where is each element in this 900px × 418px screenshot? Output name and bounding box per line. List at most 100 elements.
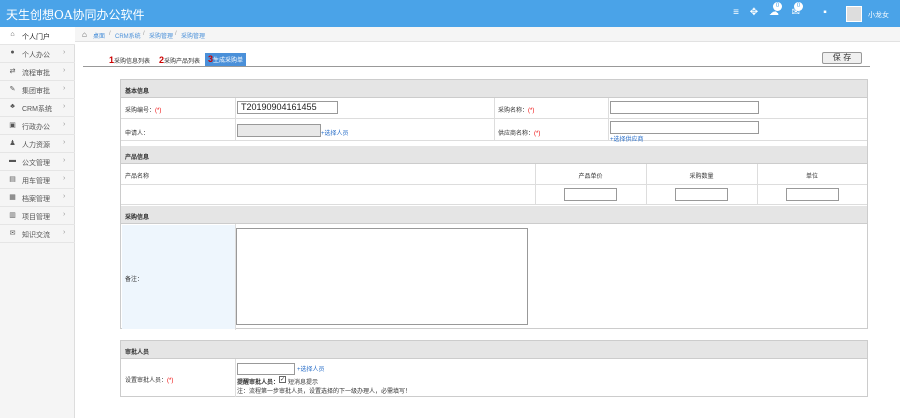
select-supplier-link[interactable]: +选择供应商 xyxy=(610,134,644,143)
remark-label: 备注： xyxy=(125,277,144,283)
avatar[interactable] xyxy=(846,6,862,22)
step-label: 采购产品列表 xyxy=(164,59,201,65)
purchase-name-label: 采购名称：(*) xyxy=(498,108,535,114)
step-label: 生成采购单 xyxy=(213,58,244,64)
applicant-input[interactable] xyxy=(237,124,321,137)
sidebar-item-label: 人力资源 xyxy=(22,142,50,149)
sidebar-item-crm[interactable]: ♣ CRM系统 › xyxy=(0,99,75,117)
breadcrumb-purchase[interactable]: 采购管理 xyxy=(149,31,173,40)
remark-textarea[interactable] xyxy=(236,228,528,325)
app-title: 天生创想OA协同办公软件 xyxy=(6,8,145,22)
home-icon: ⌂ xyxy=(10,31,15,38)
approve-icon: ✎ xyxy=(9,86,16,93)
chevron-right-icon: › xyxy=(63,175,66,182)
breadcrumb-desktop[interactable]: 桌面 xyxy=(93,31,105,40)
supplier-input[interactable] xyxy=(610,121,759,134)
project-icon: ▥ xyxy=(9,212,16,219)
chevron-right-icon: › xyxy=(63,211,66,218)
quantity-input[interactable] xyxy=(675,188,728,201)
breadcrumb: ⌂ 桌面 / CRM系统 / 采购管理 / 采购管理 xyxy=(75,27,900,42)
sidebar-item-flow-approval[interactable]: ⇄ 流程审批 › xyxy=(0,63,75,81)
chevron-right-icon: › xyxy=(63,157,66,164)
group-icon: ♣ xyxy=(10,103,15,110)
applicant-label: 申请人： xyxy=(125,131,150,137)
chevron-right-icon: › xyxy=(63,139,66,146)
select-applicant-link[interactable]: +选择人员 xyxy=(321,128,349,137)
chevron-right-icon: › xyxy=(63,103,66,110)
column-unit: 单位 xyxy=(805,174,818,180)
section-product-info: 产品信息 xyxy=(121,146,867,164)
chevron-right-icon: › xyxy=(63,121,66,128)
chevron-right-icon: › xyxy=(63,193,66,200)
supplier-label: 供应商名称：(*) xyxy=(498,131,541,137)
purchase-no-label: 采购编号：(*) xyxy=(125,108,162,114)
breadcrumb-crm[interactable]: CRM系统 xyxy=(115,31,141,40)
flow-icon: ⇄ xyxy=(9,68,16,75)
user-name[interactable]: 小龙女 xyxy=(868,10,889,20)
sidebar-item-projects[interactable]: ▥ 项目管理 › xyxy=(0,207,75,225)
chat-count-badge: 0 xyxy=(773,2,782,11)
approver-input[interactable] xyxy=(237,363,295,375)
car-icon: ▤ xyxy=(9,176,16,183)
sms-checkbox[interactable]: ✓ xyxy=(279,376,286,383)
approver-note: 注：流程第一步审批人员，设置选择的下一级办理人，必需填写！ xyxy=(237,389,412,395)
step-label: 采购信息列表 xyxy=(114,59,151,65)
unit-input[interactable] xyxy=(786,188,839,201)
sidebar-item-label: 知识交流 xyxy=(22,232,50,239)
sidebar-item-label: 流程审批 xyxy=(22,70,50,77)
section-title: 采购信息 xyxy=(125,215,150,221)
save-button[interactable]: 保 存 xyxy=(822,52,862,64)
sidebar-item-admin-office[interactable]: ▣ 行政办公 › xyxy=(0,117,75,135)
message-icon[interactable]: ▪ xyxy=(818,7,832,19)
set-approver-label: 设置审批人员：(*) xyxy=(125,378,174,384)
section-title: 基本信息 xyxy=(125,89,150,95)
unit-price-input[interactable] xyxy=(564,188,617,201)
user-icon: ● xyxy=(10,49,15,56)
mail-count-badge: 0 xyxy=(794,2,803,11)
column-quantity: 采购数量 xyxy=(689,174,714,180)
chevron-right-icon: › xyxy=(63,67,66,74)
breadcrumb-separator: / xyxy=(109,31,111,37)
sidebar-item-label: 档案管理 xyxy=(22,196,50,203)
sidebar-item-label: 个人办公 xyxy=(22,52,50,59)
sidebar-item-knowledge[interactable]: ✉ 知识交流 › xyxy=(0,225,75,243)
column-product-name: 产品名称 xyxy=(125,174,150,180)
chevron-right-icon: › xyxy=(63,49,66,56)
breadcrumb-separator: / xyxy=(175,31,177,37)
archive-icon: ▦ xyxy=(9,194,16,201)
sidebar-item-label: 公文管理 xyxy=(22,160,50,167)
approver-form: 审批人员 设置审批人员：(*) +选择人员 提醒审批人员： ✓ 短消息提示 注：… xyxy=(120,340,868,397)
chevron-right-icon: › xyxy=(63,85,66,92)
select-approver-link[interactable]: +选择人员 xyxy=(297,364,325,373)
sidebar-item-portal[interactable]: ⌂ 个人门户 xyxy=(0,27,75,45)
sidebar-item-vehicles[interactable]: ▤ 用车管理 › xyxy=(0,171,75,189)
purchase-name-input[interactable] xyxy=(610,101,759,114)
sidebar-item-personal-office[interactable]: ● 个人办公 › xyxy=(0,45,75,63)
step-generate-order[interactable]: 3生成采购单 xyxy=(205,53,247,67)
sms-label: 短消息提示 xyxy=(288,380,319,386)
purchase-no-input[interactable]: T20190904161455 xyxy=(237,101,338,114)
sidebar-item-label: CRM系统 xyxy=(22,106,52,113)
breadcrumb-separator: / xyxy=(143,31,145,37)
section-title: 审批人员 xyxy=(125,350,150,356)
home-icon[interactable]: ⌂ xyxy=(82,30,87,39)
steps-divider xyxy=(83,66,870,67)
section-approver: 审批人员 xyxy=(121,341,867,359)
purchase-form: 基本信息 采购编号：(*) T20190904161455 采购名称：(*) 申… xyxy=(120,79,868,330)
remind-approver-label: 提醒审批人员： xyxy=(237,380,280,386)
column-unit-price: 产品单价 xyxy=(578,174,603,180)
chevron-right-icon: › xyxy=(63,229,66,236)
menu-icon[interactable]: ≡ xyxy=(729,7,743,19)
sidebar-item-archives[interactable]: ▦ 档案管理 › xyxy=(0,189,75,207)
sidebar-item-documents[interactable]: ▬ 公文管理 › xyxy=(0,153,75,171)
sidebar-item-hr[interactable]: ♟ 人力资源 › xyxy=(0,135,75,153)
sidebar-item-group-approval[interactable]: ✎ 集团审批 › xyxy=(0,81,75,99)
section-basic-info: 基本信息 xyxy=(121,80,867,98)
section-title: 产品信息 xyxy=(125,155,150,161)
sidebar-item-label: 项目管理 xyxy=(22,214,50,221)
breadcrumb-current: 采购管理 xyxy=(181,34,206,40)
fullscreen-icon[interactable]: ✥ xyxy=(747,7,761,19)
sidebar-item-label: 集团审批 xyxy=(22,88,50,95)
folder-icon: ▬ xyxy=(9,157,16,164)
sidebar-item-label: 个人门户 xyxy=(22,34,50,41)
